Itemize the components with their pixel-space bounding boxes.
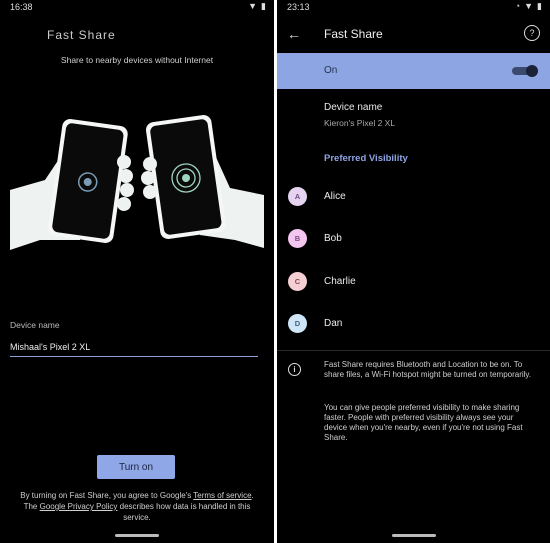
fast-share-toggle-row[interactable]: On [277, 53, 550, 89]
privacy-policy-link[interactable]: Google Privacy Policy [40, 502, 118, 511]
device-name-input[interactable]: Mishaal's Pixel 2 XL [10, 342, 258, 357]
contact-item[interactable]: D Dan [277, 314, 550, 334]
contact-name: Bob [324, 233, 342, 244]
avatar: B [288, 229, 307, 248]
battery-icon: ▮ [261, 1, 266, 11]
gesture-nav-bar[interactable] [391, 534, 436, 537]
device-name-value: Kieron's Pixel 2 XL [324, 118, 396, 128]
wifi-icon: ▼ [524, 1, 534, 11]
contact-item[interactable]: B Bob [277, 229, 550, 249]
device-name-label: Device name [10, 320, 60, 330]
preferred-visibility-header: Preferred Visibility [324, 153, 408, 164]
right-screen: 23:13 ◔ ▼ ▮ ← Fast Share ? On Device nam… [277, 0, 550, 543]
status-bar: 23:13 ◔ ▼ ▮ [277, 0, 550, 14]
top-app-bar: ← Fast Share ? [277, 22, 550, 48]
back-arrow-icon[interactable]: ← [287, 26, 303, 42]
left-screen: 16:38 ▼ ▮ Fast Share Share to nearby dev… [0, 0, 274, 543]
contact-name: Alice [324, 191, 346, 202]
turn-on-button[interactable]: Turn on [97, 455, 175, 479]
help-icon[interactable]: ? [524, 25, 540, 41]
legal-text: By turning on Fast Share, you agree to G… [20, 491, 254, 522]
screen-title: Fast Share [324, 27, 383, 41]
status-time: 16:38 [10, 2, 33, 12]
app-title: Fast Share [47, 28, 116, 42]
contact-item[interactable]: A Alice [277, 187, 550, 207]
status-time: 23:13 [287, 2, 310, 12]
info-icon: i [288, 363, 301, 376]
divider [277, 350, 550, 351]
wifi-icon: ▼ [248, 1, 258, 11]
alarm-icon: ◔ [514, 1, 521, 11]
status-bar: 16:38 ▼ ▮ [0, 0, 274, 14]
fast-share-switch[interactable] [512, 65, 538, 77]
gesture-nav-bar[interactable] [115, 534, 159, 537]
phones-illustration [10, 115, 264, 250]
terms-link[interactable]: Terms of service [193, 491, 251, 500]
contact-name: Dan [324, 318, 343, 329]
toggle-label: On [324, 65, 338, 76]
avatar: D [288, 314, 307, 333]
avatar: A [288, 187, 307, 206]
contact-name: Charlie [324, 276, 356, 287]
info-text-requirements: Fast Share requires Bluetooth and Locati… [324, 360, 532, 379]
avatar: C [288, 272, 307, 291]
info-text-visibility: You can give people preferred visibility… [324, 403, 523, 442]
battery-icon: ▮ [537, 1, 542, 11]
subtitle: Share to nearby devices without Internet [60, 55, 214, 65]
contact-item[interactable]: C Charlie [277, 272, 550, 292]
device-name-title[interactable]: Device name [324, 102, 382, 113]
